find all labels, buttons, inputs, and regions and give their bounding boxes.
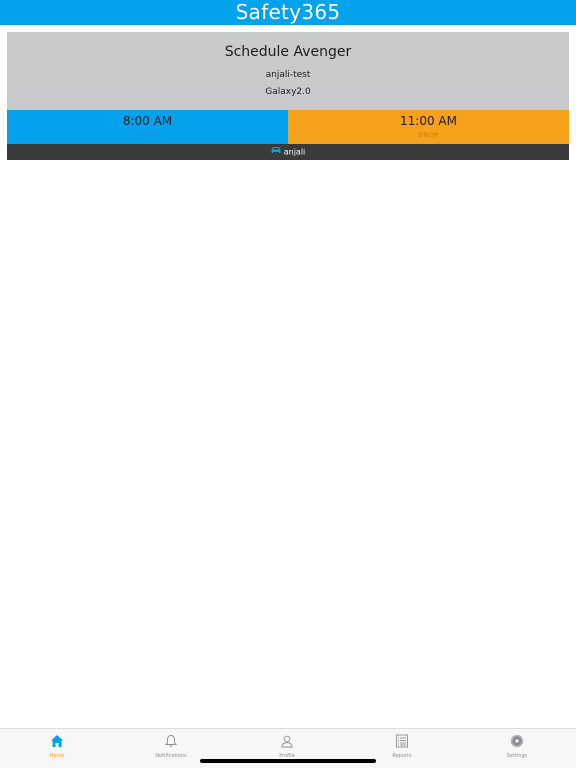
tab-profile[interactable]: Profile bbox=[247, 733, 327, 759]
home-icon bbox=[17, 733, 97, 749]
tab-notifications[interactable]: Notifications bbox=[131, 733, 211, 759]
pickup-label: PICKUP bbox=[134, 131, 161, 139]
list-icon bbox=[362, 733, 442, 749]
driver-name: anjali bbox=[283, 147, 306, 157]
tab-settings[interactable]: Settings bbox=[477, 733, 557, 759]
bell-icon bbox=[131, 733, 211, 749]
schedule-card[interactable]: Schedule Avenger anjali-test Galaxy2.0 8… bbox=[7, 32, 569, 160]
driver-bar: anjali bbox=[7, 144, 569, 160]
person-icon bbox=[247, 733, 327, 749]
tab-reports[interactable]: Reports bbox=[362, 733, 442, 759]
drop-label: DROP bbox=[418, 131, 439, 139]
tab-settings-label: Settings bbox=[506, 753, 528, 759]
tab-home[interactable]: Home bbox=[17, 733, 97, 759]
drop-time: 11:00 AM bbox=[400, 114, 457, 128]
tab-home-label: Home bbox=[49, 753, 65, 759]
pickup-time: 8:00 AM bbox=[122, 114, 173, 128]
pickup-block[interactable]: 8:00 AM PICKUP bbox=[7, 110, 288, 144]
schedule-name: Schedule Avenger bbox=[224, 44, 352, 60]
schedule-account: anjali-test bbox=[265, 70, 311, 80]
gear-icon bbox=[477, 733, 557, 749]
schedule-vehicle: Galaxy2.0 bbox=[265, 87, 311, 97]
car-icon bbox=[271, 144, 281, 160]
home-indicator[interactable] bbox=[200, 759, 376, 763]
tab-notifications-label: Notifications bbox=[155, 753, 187, 759]
app-title: Safety365 bbox=[235, 0, 341, 24]
drop-block[interactable]: 11:00 AM DROP bbox=[288, 110, 569, 144]
app-header: Safety365 bbox=[0, 0, 576, 25]
